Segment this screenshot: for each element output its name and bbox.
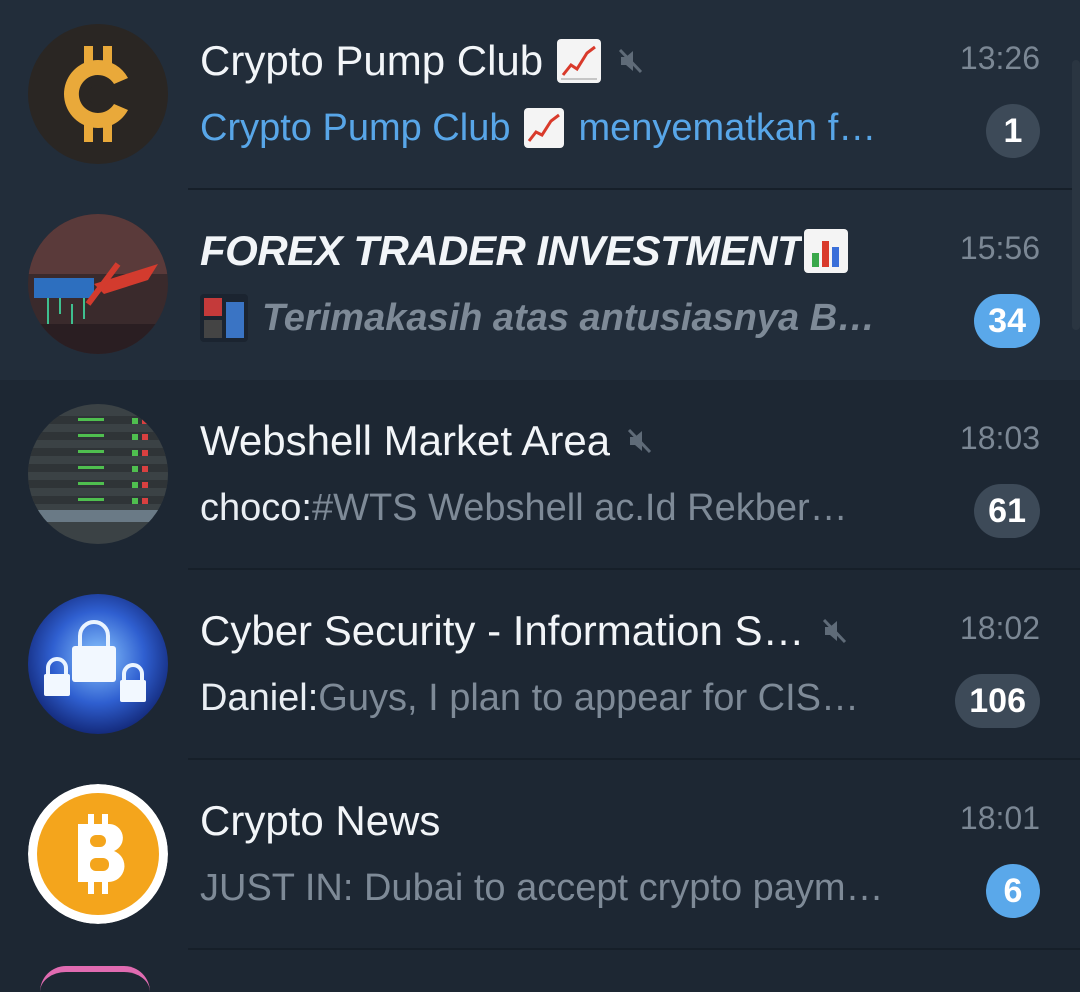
bar-chart-emoji-icon: [804, 229, 849, 273]
chat-title-line: Crypto Pump Club: [200, 34, 645, 88]
preview-thumbnail: [200, 294, 248, 342]
preview-text: #WTS Webshell ac.Id Rekber…: [311, 486, 848, 529]
chat-list: Crypto Pump Club 13:26 Crypto Pump Club …: [0, 0, 1080, 950]
chat-time: 18:03: [959, 420, 1040, 456]
chat-row-cyber-security[interactable]: Cyber Security - Information S… 18:02 Da…: [0, 570, 1080, 760]
chat-row-crypto-news[interactable]: Crypto News 18:01 JUST IN: Dubai to acce…: [0, 760, 1080, 950]
preview-text: menyematkan f…: [578, 106, 877, 149]
unread-badge: 6: [986, 864, 1040, 918]
chat-time: 18:02: [959, 610, 1040, 646]
unread-badge: 61: [974, 484, 1040, 538]
preview-text: Guys, I plan to appear for CIS…: [318, 676, 859, 719]
chat-preview: Terimakasih atas antusiasnya B…: [200, 290, 930, 346]
unread-badge: 106: [955, 674, 1040, 728]
preview-channel-name: Crypto Pump Club: [200, 106, 511, 149]
chat-preview: Daniel: Guys, I plan to appear for CIS…: [200, 670, 930, 726]
chat-title-line: Crypto News: [200, 794, 440, 848]
unread-badge: 1: [986, 104, 1040, 158]
crypto-coin-avatar: [28, 24, 168, 164]
chat-title: Cyber Security - Information S…: [200, 607, 805, 654]
chat-title-line: FOREX TRADER INVESTMENT: [200, 224, 849, 278]
forex-trader-avatar: [28, 214, 168, 354]
muted-icon: [619, 48, 643, 74]
padlock-avatar: [28, 594, 168, 734]
chart-increasing-emoji-icon: [557, 39, 602, 83]
unread-badge: 34: [974, 294, 1040, 348]
next-chat-avatar-peek: [40, 966, 150, 992]
preview-text: Terimakasih atas antusiasnya B…: [262, 296, 876, 339]
preview-text: JUST IN: Dubai to accept crypto paym…: [200, 866, 884, 909]
muted-icon: [822, 618, 846, 644]
chat-row-crypto-pump-club[interactable]: Crypto Pump Club 13:26 Crypto Pump Club …: [0, 0, 1080, 190]
chat-time: 13:26: [959, 40, 1040, 76]
chat-row-forex-trader-investment[interactable]: FOREX TRADER INVESTMENT 15:56 Terimakasi…: [0, 190, 1080, 380]
chat-time: 15:56: [959, 230, 1040, 266]
bitcoin-avatar: [28, 784, 168, 924]
divider: [188, 948, 1080, 950]
chat-title-line: Webshell Market Area: [200, 414, 654, 468]
chat-time: 18:01: [959, 800, 1040, 836]
chat-title: Crypto News: [200, 797, 441, 844]
chat-title: Webshell Market Area: [200, 417, 611, 464]
chat-title-line: Cyber Security - Information S…: [200, 604, 849, 658]
muted-icon: [627, 428, 652, 454]
preview-sender: Daniel:: [200, 676, 319, 719]
chat-preview: JUST IN: Dubai to accept crypto paym…: [200, 860, 940, 916]
chat-row-webshell-market-area[interactable]: Webshell Market Area 18:03 choco: #WTS W…: [0, 380, 1080, 570]
chart-increasing-emoji-icon: [524, 108, 565, 148]
preview-sender: choco:: [200, 486, 312, 529]
chat-title: Crypto Pump Club: [200, 37, 544, 84]
chat-preview: Crypto Pump Club menyematkan f…: [200, 100, 930, 156]
webshell-list-avatar: [28, 404, 168, 544]
chat-preview: choco: #WTS Webshell ac.Id Rekber…: [200, 480, 930, 536]
chat-title: FOREX TRADER INVESTMENT: [200, 227, 803, 274]
scrollbar[interactable]: [1072, 60, 1080, 330]
